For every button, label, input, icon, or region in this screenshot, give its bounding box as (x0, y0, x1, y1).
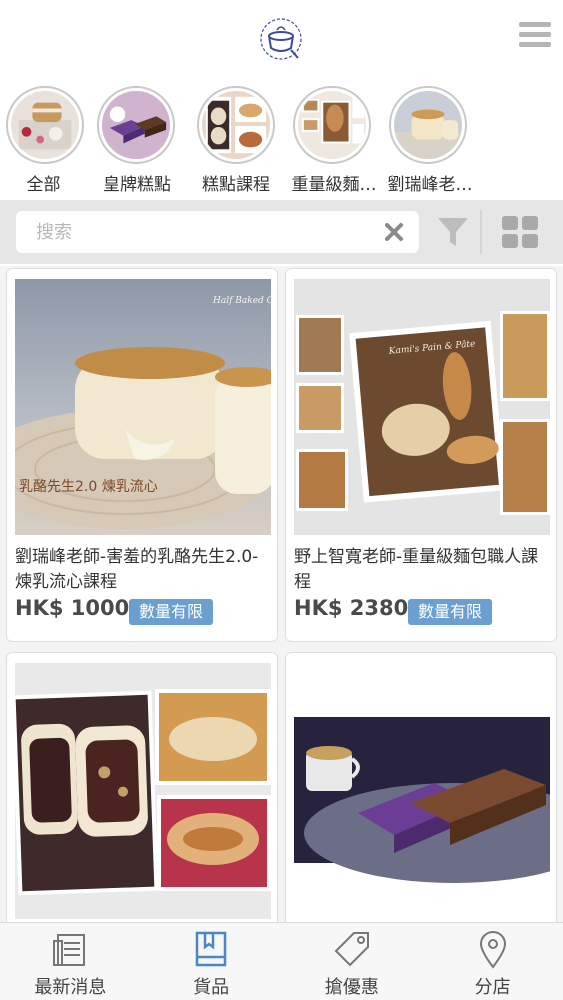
image-caption: 乳酪先生2.0 煉乳流心 (19, 479, 158, 495)
search-toolbar (0, 200, 563, 264)
limited-badge: 數量有限 (408, 599, 493, 625)
nav-offers[interactable]: 搶優惠 (282, 923, 423, 1000)
menu-bar (519, 32, 551, 37)
product-price: HK$ 2380 (294, 596, 409, 620)
product-card[interactable] (6, 652, 278, 922)
clear-search-icon[interactable] (383, 221, 405, 243)
product-card[interactable]: Kami's Pain & Pâte 野上智寬老師-重量級麵包職人課程 HK$ … (285, 268, 557, 642)
category-thumbnail (6, 86, 84, 164)
category-heavy-bread[interactable]: 重量級麵… (285, 84, 383, 200)
nav-news[interactable]: 最新消息 (0, 923, 141, 1000)
location-pin-icon (479, 931, 506, 969)
category-label: 劉瑞峰老… (387, 175, 473, 195)
nav-label: 貨品 (193, 977, 230, 998)
product-card[interactable] (285, 652, 557, 922)
grid-view-icon[interactable] (502, 216, 538, 248)
search-input[interactable] (36, 211, 376, 253)
category-thumbnail (97, 86, 175, 164)
nav-label: 最新消息 (34, 977, 107, 998)
pastry-photo (202, 91, 270, 159)
search-box (16, 211, 419, 253)
category-label: 全部 (26, 175, 61, 195)
category-label: 重量級麵… (291, 175, 377, 195)
product-grid: Half Baked Che 乳酪先生2.0 煉乳流心 劉瑞峰老師-害羞的乳酪先… (0, 266, 563, 922)
product-image: Kami's Pain & Pâte (294, 279, 550, 535)
category-thumbnail (293, 86, 371, 164)
category-thumbnail (197, 86, 275, 164)
bread-photo (298, 91, 366, 159)
product-title: 劉瑞峰老師-害羞的乳酪先生2.0-煉乳流心課程 (15, 547, 259, 592)
limited-badge: 數量有限 (129, 599, 214, 625)
category-pastry-courses[interactable]: 糕點課程 (187, 84, 285, 200)
product-image (15, 663, 271, 919)
book-icon (195, 931, 227, 967)
product-image (294, 663, 550, 919)
category-row: 全部 皇牌糕點 糕點課程 重量級麵… 劉瑞峰老… (0, 84, 563, 200)
category-teacher-lau[interactable]: 劉瑞峰老… (383, 84, 483, 200)
product-title: 野上智寬老師-重量級麵包職人課程 (294, 547, 539, 592)
top-header (0, 0, 563, 84)
bottom-nav: 最新消息 貨品 搶優惠 分店 (0, 922, 563, 1000)
cake-pot-logo[interactable] (258, 16, 304, 62)
nav-branches[interactable]: 分店 (422, 923, 563, 1000)
product-price: HK$ 1000 (15, 596, 130, 620)
toolbar-divider (480, 210, 482, 254)
menu-bar (519, 42, 551, 47)
image-watermark: Half Baked Che (212, 296, 271, 306)
category-signature-pastry[interactable]: 皇牌糕點 (87, 84, 187, 200)
menu-bar (519, 22, 551, 27)
app-root: 全部 皇牌糕點 糕點課程 重量級麵… 劉瑞峰老… 搜索 Half Baked 乳… (0, 0, 563, 1000)
tag-icon (334, 932, 369, 967)
category-label: 皇牌糕點 (103, 175, 171, 195)
product-card[interactable]: Half Baked Che 乳酪先生2.0 煉乳流心 劉瑞峰老師-害羞的乳酪先… (6, 268, 278, 642)
cheese-cake-photo (394, 91, 462, 159)
category-label: 糕點課程 (202, 175, 270, 195)
nav-products[interactable]: 貨品 (141, 923, 282, 1000)
nav-label: 搶優惠 (324, 977, 379, 998)
taro-cake-photo (102, 91, 170, 159)
news-icon (53, 934, 86, 966)
hamburger-menu-icon[interactable] (519, 22, 551, 52)
category-thumbnail (389, 86, 467, 164)
product-image: Half Baked Che 乳酪先生2.0 煉乳流心 (15, 279, 271, 535)
filter-icon[interactable] (436, 214, 470, 250)
nav-label: 分店 (474, 977, 511, 998)
cake-photo (11, 91, 79, 159)
category-all[interactable]: 全部 (0, 84, 87, 200)
